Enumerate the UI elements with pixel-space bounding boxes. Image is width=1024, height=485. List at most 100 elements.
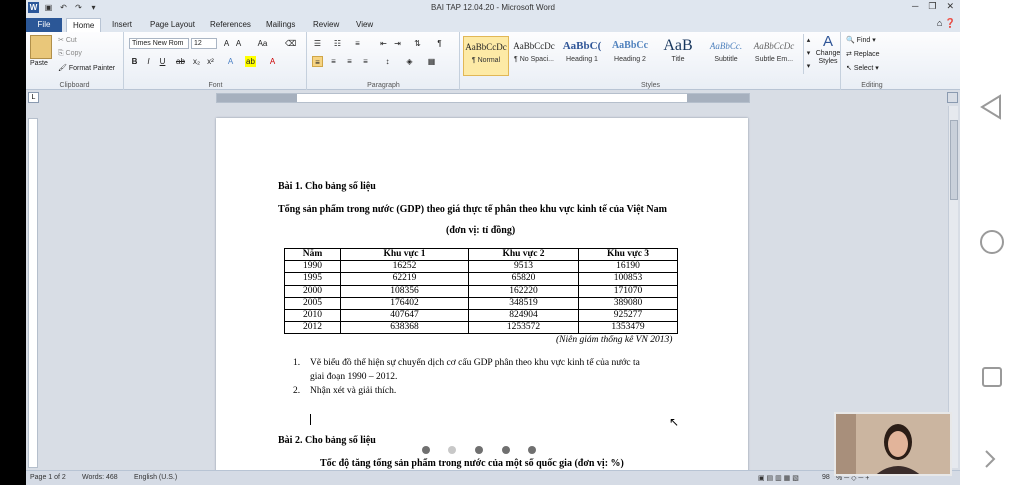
home-icon[interactable] — [980, 230, 1004, 254]
copy-button[interactable]: ⎘ Copy — [58, 50, 82, 58]
carousel-dot[interactable] — [528, 446, 536, 454]
paste-icon[interactable] — [30, 35, 52, 59]
minimize-icon[interactable]: ─ — [912, 1, 918, 12]
view-buttons-icon[interactable]: ▣ ▤ ▥ ▦ ▧ — [758, 474, 799, 482]
close-icon[interactable]: ✕ — [946, 1, 954, 12]
recents-icon[interactable] — [982, 367, 1002, 387]
restore-icon[interactable]: ❐ — [928, 1, 936, 12]
font-color-icon[interactable]: A — [267, 56, 278, 67]
tab-file[interactable]: File — [26, 18, 62, 32]
change-styles-label: Change Styles — [815, 50, 841, 65]
borders-icon[interactable]: ▦ — [426, 56, 437, 67]
change-styles-button[interactable]: A Change Styles — [815, 34, 841, 66]
select-button[interactable]: ↖ Select ▾ — [846, 64, 879, 72]
style-heading-2[interactable]: AaBbCc Heading 2 — [607, 36, 653, 76]
language-status[interactable]: English (U.S.) — [134, 474, 177, 481]
tab-references[interactable]: References — [204, 18, 257, 32]
subscript-icon[interactable]: x₂ — [191, 56, 202, 67]
tab-page-layout[interactable]: Page Layout — [144, 18, 201, 32]
page-count[interactable]: Page 1 of 2 — [30, 474, 66, 481]
table-cell: 2010 — [284, 308, 341, 323]
help-icon[interactable]: ⌂ ❓ — [937, 18, 956, 29]
title-bar: W ▣ ↶ ↷ ▾ BAI TAP 12.04.20 - Microsoft W… — [26, 0, 960, 16]
style-no-spacing[interactable]: AaBbCcDc ¶ No Spaci... — [511, 36, 557, 76]
word-window: W ▣ ↶ ↷ ▾ BAI TAP 12.04.20 - Microsoft W… — [26, 0, 960, 485]
tab-review[interactable]: Review — [307, 18, 345, 32]
numbering-icon[interactable]: ☷ — [332, 38, 343, 49]
tab-selector-icon[interactable]: L — [28, 92, 39, 103]
nav-buttons — [980, 94, 1004, 468]
status-bar: Page 1 of 2 Words: 468 English (U.S.) ▣ … — [26, 470, 960, 485]
style-normal[interactable]: AaBbCcDc ¶ Normal — [463, 36, 509, 76]
copy-label: Copy — [65, 50, 82, 57]
style-title[interactable]: AaB Title — [655, 36, 701, 76]
text-effects-icon[interactable]: A — [225, 56, 236, 67]
table-cell: 1253572 — [468, 321, 579, 335]
table-cell: 100853 — [578, 272, 678, 286]
tab-mailings[interactable]: Mailings — [260, 18, 301, 32]
grow-font-icon[interactable]: A — [221, 38, 232, 49]
show-marks-icon[interactable]: ¶ — [434, 38, 445, 49]
style-subtle-emphasis[interactable]: AaBbCcDc Subtle Em... — [751, 36, 797, 76]
carousel-dot[interactable] — [502, 446, 510, 454]
highlight-icon[interactable]: ab — [245, 56, 256, 67]
replace-label: Replace — [853, 51, 880, 58]
tab-insert[interactable]: Insert — [106, 18, 138, 32]
align-right-icon[interactable]: ≡ — [344, 56, 355, 67]
gdp-table[interactable]: Năm Khu vực 1 Khu vực 2 Khu vực 3 1990 1… — [284, 247, 678, 335]
task1-number: 1. — [293, 358, 301, 368]
justify-icon[interactable]: ≡ — [360, 56, 371, 67]
forward-icon[interactable] — [985, 450, 996, 468]
superscript-icon[interactable]: x² — [205, 56, 216, 67]
horizontal-ruler[interactable] — [216, 93, 750, 103]
table-cell: 176402 — [340, 296, 469, 310]
carousel-dot[interactable] — [422, 446, 430, 454]
table-cell: 1995 — [284, 272, 341, 286]
line-spacing-icon[interactable]: ↕ — [382, 56, 393, 67]
style-heading-1[interactable]: AaBbC( Heading 1 — [559, 36, 605, 76]
shading-icon[interactable]: ◈ — [404, 56, 415, 67]
bold-icon[interactable]: B — [129, 56, 140, 67]
style-heading-2-label: Heading 2 — [614, 56, 646, 63]
format-painter-button[interactable]: 🖌 Format Painter — [58, 64, 115, 72]
ex2-title: Bài 2. Cho bảng số liệu — [278, 435, 376, 446]
scroll-thumb[interactable] — [950, 120, 958, 200]
align-left-icon[interactable]: ≡ — [312, 56, 323, 67]
carousel-dot-active[interactable] — [448, 446, 456, 454]
zoom-level[interactable]: 98 — [822, 474, 830, 481]
tab-home[interactable]: Home — [66, 18, 102, 32]
decrease-indent-icon[interactable]: ⇤ — [378, 38, 389, 49]
increase-indent-icon[interactable]: ⇥ — [392, 38, 403, 49]
font-name-select[interactable]: Times New Rom — [129, 38, 189, 49]
ruler-right-margin — [687, 94, 749, 102]
bullets-icon[interactable]: ☰ — [312, 38, 323, 49]
table-cell: 925277 — [578, 308, 678, 323]
style-no-spacing-label: ¶ No Spaci... — [514, 56, 554, 63]
clear-formatting-icon[interactable]: ⌫ — [285, 38, 296, 49]
style-subtitle[interactable]: AaBbCc. Subtitle — [703, 36, 749, 76]
presenter-figure-icon — [836, 414, 950, 474]
view-ruler-icon[interactable] — [947, 92, 958, 103]
carousel-dot[interactable] — [475, 446, 483, 454]
replace-button[interactable]: ⇄ Replace — [846, 50, 880, 58]
style-subtle-emphasis-preview: AaBbCcDc — [753, 41, 795, 51]
align-center-icon[interactable]: ≡ — [328, 56, 339, 67]
styles-scroll-icon[interactable]: ▴ ▾ ▾ — [803, 34, 813, 74]
multilevel-list-icon[interactable]: ≡ — [352, 38, 363, 49]
cut-button[interactable]: ✂ Cut — [58, 36, 77, 44]
strikethrough-icon[interactable]: ab — [175, 56, 186, 67]
shrink-font-icon[interactable]: A — [233, 38, 244, 49]
sort-icon[interactable]: ⇅ — [412, 38, 423, 49]
underline-icon[interactable]: U — [157, 56, 168, 67]
tab-view[interactable]: View — [350, 18, 379, 32]
table-header-cell: Khu vực 3 — [578, 247, 678, 262]
italic-icon[interactable]: I — [143, 56, 154, 67]
change-case-icon[interactable]: Aa — [257, 38, 268, 49]
ribbon-home: Paste ✂ Cut ⎘ Copy 🖌 Format Painter Clip… — [26, 32, 960, 90]
table-row: 2000 108356 162220 171070 — [284, 284, 678, 298]
find-button[interactable]: 🔍 Find ▾ — [846, 36, 876, 44]
back-icon[interactable] — [980, 94, 1001, 120]
word-count[interactable]: Words: 468 — [82, 474, 118, 481]
paste-button[interactable]: Paste — [30, 60, 48, 67]
font-size-select[interactable]: 12 — [191, 38, 217, 49]
